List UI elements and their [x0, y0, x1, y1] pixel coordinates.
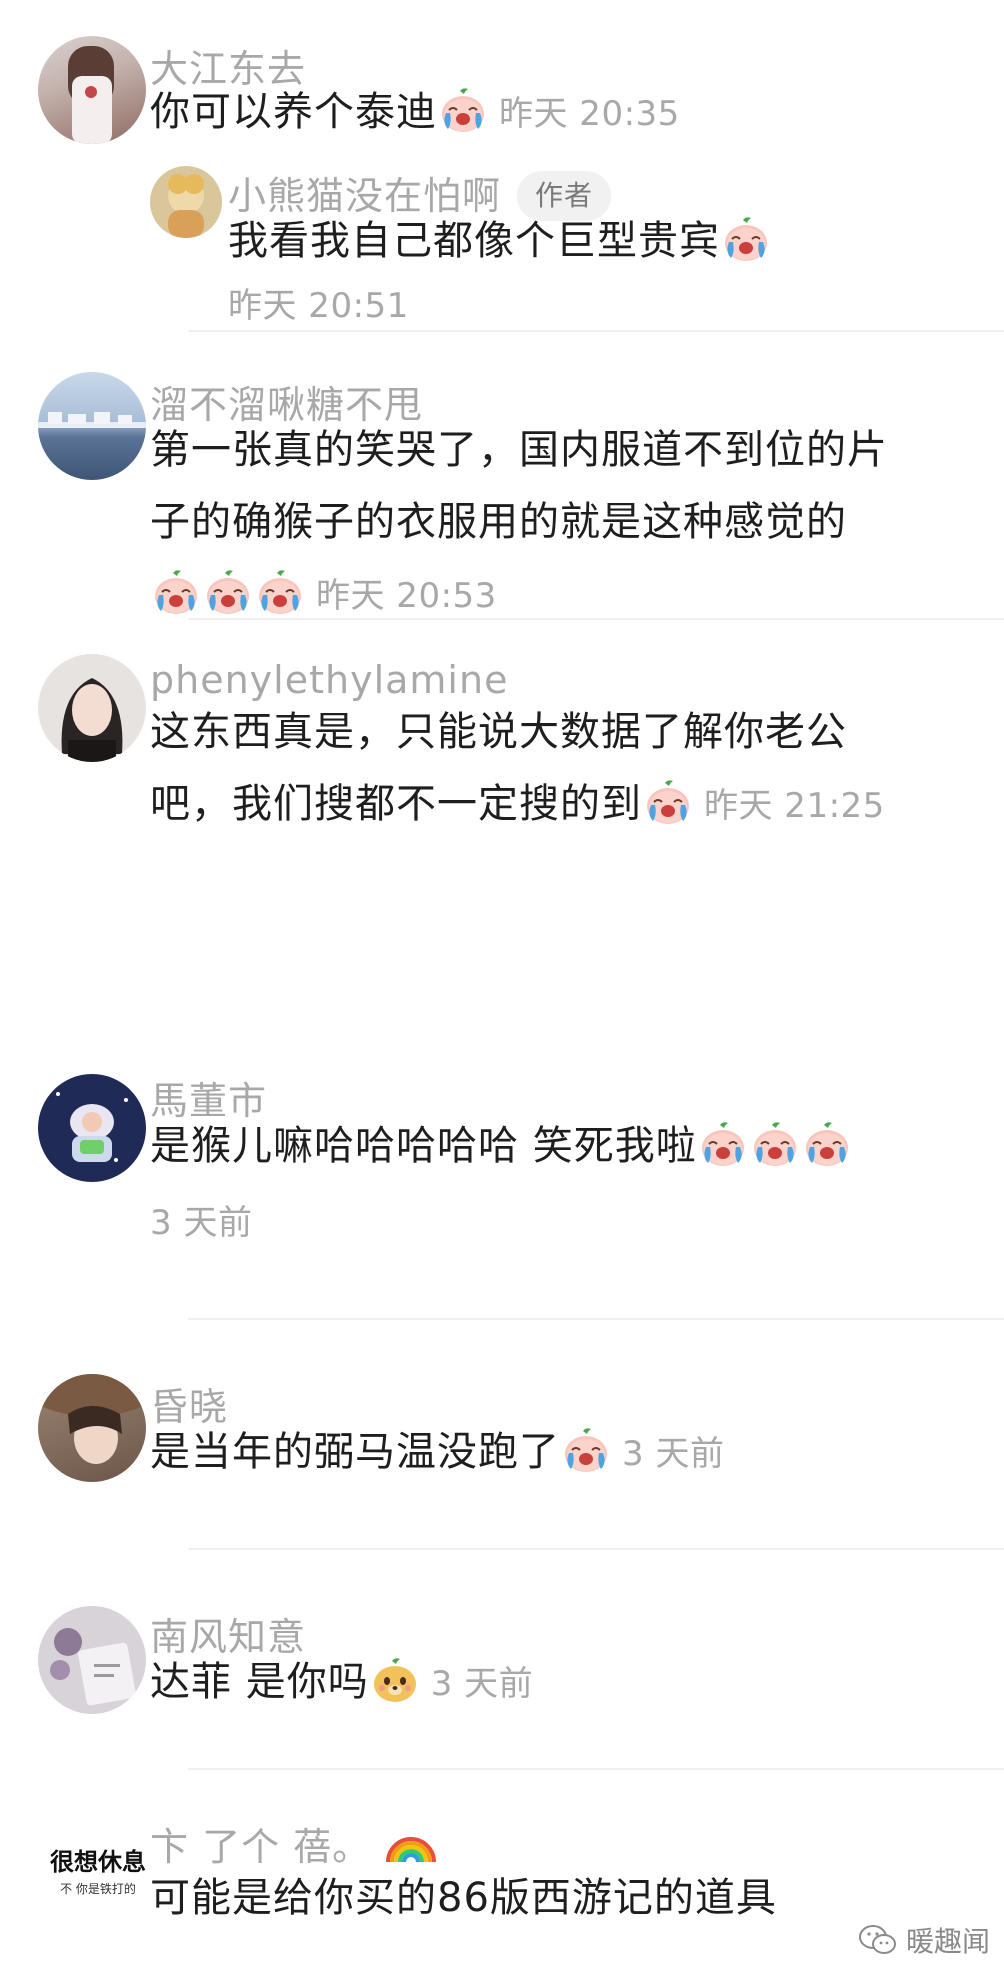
comment-text: 第一张真的笑哭了，国内服道不到位的片 子的确猴子的衣服用的就是这种感觉的 昨天 …	[150, 414, 980, 632]
avatar[interactable]	[150, 166, 222, 238]
comment-text-line: 第一张真的笑哭了，国内服道不到位的片	[150, 427, 888, 473]
wechat-icon	[858, 1925, 896, 1954]
cry-emoji	[438, 85, 488, 135]
bear-emoji	[370, 1655, 420, 1705]
cry-emoji	[151, 567, 201, 617]
comment-text: 你可以养个泰迪 昨天 20:35	[150, 76, 680, 150]
reply-time: 昨天 20:51	[228, 286, 409, 326]
avatar-text-small: 不 你是铁打的	[60, 1882, 136, 1896]
reply-text: 我看我自己都像个巨型贵宾	[228, 205, 772, 277]
comment-text-content: 吧，我们搜都不一定搜的到	[150, 781, 642, 827]
comment-time: 3 天前	[430, 1664, 534, 1704]
avatar[interactable]	[38, 1606, 146, 1714]
cry-emoji	[750, 1119, 800, 1169]
comment-item: 昏晓 是当年的弼马温没跑了 3 天前	[0, 1320, 1004, 1550]
comment-text: 达菲 是你吗 3 天前	[150, 1646, 533, 1720]
comment-time: 昨天 20:53	[316, 576, 497, 616]
avatar[interactable]	[38, 36, 146, 144]
cry-emoji	[203, 567, 253, 617]
reply-text-content: 我看我自己都像个巨型贵宾	[228, 218, 720, 264]
cry-emoji	[255, 567, 305, 617]
comment-time: 3 天前	[622, 1434, 725, 1474]
comment-text: 可能是给你买的86版西游记的道具	[150, 1875, 777, 1921]
comment-item: 馬董市 是猴儿嘛哈哈哈哈哈 笑死我啦 3 天前	[0, 1040, 1004, 1320]
avatar[interactable]	[38, 654, 146, 762]
comment-item: 南风知意 达菲 是你吗 3 天前	[0, 1550, 1004, 1770]
comment-item: 很想休息 不 你是铁打的 卞 了个 蓓。 可能是给你买的86版西游记的道具	[0, 1770, 1004, 1974]
cry-emoji	[721, 214, 771, 264]
avatar[interactable]	[38, 372, 146, 480]
comment-text: 是猴儿嘛哈哈哈哈哈 笑死我啦	[150, 1110, 853, 1182]
cry-emoji	[802, 1119, 852, 1169]
comment-text-content: 你可以养个泰迪	[150, 89, 437, 135]
comment-text-line: 子的确猴子的衣服用的就是这种感觉的	[150, 499, 847, 545]
avatar[interactable]	[38, 1074, 146, 1182]
comment-text: 是当年的弼马温没跑了 3 天前	[150, 1416, 724, 1490]
divider	[188, 330, 1004, 332]
watermark: 暖趣闻	[858, 1920, 990, 1960]
comment-text: 这东西真是，只能说大数据了解你老公 吧，我们搜都不一定搜的到 昨天 21:25	[150, 696, 980, 842]
cry-emoji	[561, 1425, 611, 1475]
comment-item: 溜不溜啾糖不甩 第一张真的笑哭了，国内服道不到位的片 子的确猴子的衣服用的就是这…	[0, 340, 1004, 620]
watermark-label: 暖趣闻	[905, 1925, 990, 1958]
comment-item: 大江东去 你可以养个泰迪 昨天 20:35 小熊猫没在怕啊 作者 我看我自己都像个巨…	[0, 0, 1004, 340]
comment-text-content: 达菲 是你吗	[150, 1659, 369, 1705]
avatar[interactable]: 很想休息 不 你是铁打的	[38, 1820, 166, 1928]
avatar[interactable]	[38, 1374, 146, 1482]
comment-time: 昨天 20:35	[499, 94, 680, 134]
comment-item: phenylethylamine 这东西真是，只能说大数据了解你老公 吧，我们搜…	[0, 620, 1004, 1040]
comment-time: 3 天前	[150, 1203, 253, 1243]
comment-text-line-2: 吧，我们搜都不一定搜的到 昨天 21:25	[150, 768, 980, 842]
rainbow-emoji	[386, 1837, 437, 1863]
comment-text-content: 是猴儿嘛哈哈哈哈哈 笑死我啦	[150, 1123, 697, 1169]
comment-text-content: 是当年的弼马温没跑了	[150, 1429, 560, 1475]
cry-emoji	[643, 777, 693, 827]
comment-time: 昨天 21:25	[704, 786, 885, 826]
comment-text-line: 这东西真是，只能说大数据了解你老公	[150, 709, 847, 755]
cry-emoji	[698, 1119, 748, 1169]
avatar-text-big: 很想休息	[50, 1848, 146, 1876]
